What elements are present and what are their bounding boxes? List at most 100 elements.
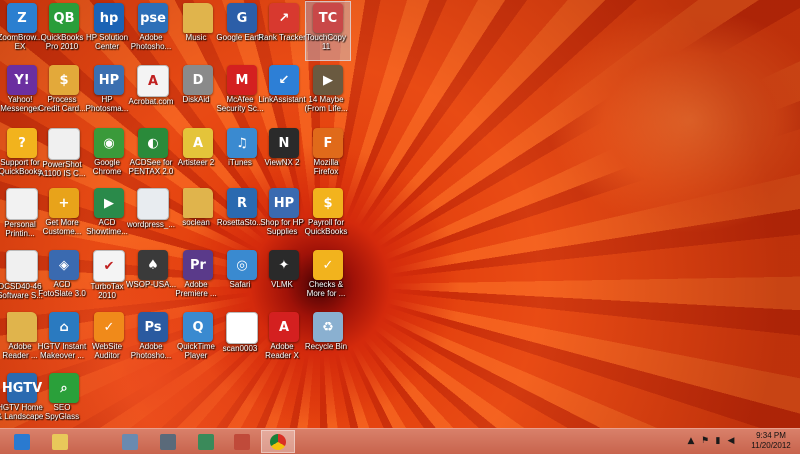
safari-icon: ◎ [227,250,257,280]
desktop-icon[interactable]: ♻ Recycle Bin [305,311,350,369]
payroll-icon: $ [313,188,343,218]
itunes-icon: ♫ [227,128,257,158]
desktop-icon[interactable]: ⌂ HGTV Instant Makeover ... [38,311,86,369]
volume-icon[interactable]: ◀ [726,436,736,446]
credit-card-icon: $ [49,65,79,95]
desktop-icon[interactable]: ◎ Safari [220,249,264,307]
taskbar-button[interactable] [226,431,258,452]
linkassistant-icon: ↙ [269,65,299,95]
desktop-icon[interactable]: pse Adobe Photosho... [131,2,175,60]
touchcopy-icon: TC [313,3,343,33]
desktop-icon[interactable]: Q QuickTime Player [176,311,220,369]
mcafee-icon: M [227,65,257,95]
desktop-icon-label: SEO SpyGlass [44,403,80,421]
rank-tracker-icon: ↗ [269,3,299,33]
desktop-icon[interactable]: ◈ ACD FotoSlate 3.0 [38,249,86,307]
desktop-icon[interactable]: Music [176,2,220,60]
desktop-icon[interactable]: A Artisteer 2 [176,127,220,185]
taskbar-button[interactable] [152,431,184,452]
desktop-icon[interactable]: QB QuickBooks Pro 2010 [41,2,86,60]
desktop-icon[interactable]: $ Payroll for QuickBooks [305,187,350,245]
desktop-icon[interactable]: ✔ TurboTax 2010 [87,249,131,307]
desktop-icon[interactable]: ▶ ACD Showtime... [86,187,131,245]
viewnx-icon: N [269,128,299,158]
desktop-icon[interactable]: scan0003 [220,311,264,369]
desktop-icon[interactable]: ♠ WSOP-USA... [126,249,176,307]
yahoo-icon: Y! [7,65,37,95]
rosetta-stone-icon: R [227,188,257,218]
clock-time: 9:34 PM [756,431,786,440]
taskbar-button[interactable] [190,431,222,452]
desktop-icon-label: Recycle Bin [304,342,348,351]
desktop-icon-label: TouchCopy 11 [305,33,347,51]
desktop-icon[interactable]: R RosettaSto... [217,187,264,245]
desktop-icon[interactable]: + Get More Custome... [42,187,86,245]
adobe-reader-icon: A [269,312,299,342]
file-history-icon [160,433,176,450]
desktop-icon[interactable]: TC TouchCopy 11 [305,1,351,61]
checks-icon: ✓ [313,250,343,280]
desktop-icon[interactable]: F Mozilla Firefox [306,127,350,185]
google-earth-icon: G [227,3,257,33]
desktop-icon[interactable]: Ps Adobe Photosho... [131,311,175,369]
hp-photosmart-icon: HP [94,65,124,95]
system-tray: ▲ ⚑ ▮ ◀ 9:34 PM 11/20/2012 [680,429,800,454]
desktop-icon[interactable]: Y! Yahoo! Messenger [0,64,44,122]
document-icon [6,188,38,220]
acrobat-icon: A [137,65,169,97]
desktop-icon[interactable]: N ViewNX 2 [262,127,306,185]
taskbar-button[interactable] [44,431,76,452]
show-hidden-icons-icon[interactable]: ▲ [686,436,696,446]
vlmk-icon: ✦ [269,250,299,280]
desktop-icon[interactable]: HP HP Photosma... [86,64,131,122]
photoshop-icon: Ps [138,312,168,342]
desktop-icon[interactable]: A Adobe Reader X [262,311,306,369]
desktop-icon[interactable]: HP Shop for HP Supplies [260,187,306,245]
desktop-icon[interactable]: ⌕ SEO SpyGlass [42,372,86,428]
desktop-icon[interactable]: $ Process Credit Card... [38,64,86,122]
desktop-icon[interactable]: Z ZoomBrow... EX [0,2,44,60]
browser-icon: Z [7,3,37,33]
desktop-icon[interactable]: ✓ WebSite Auditor [87,311,131,369]
desktop-icon[interactable]: Adobe Reader ... [0,311,44,369]
desktop-icon-label: Payroll for QuickBooks [304,218,348,236]
desktop-icon[interactable]: ◐ ACDSee for PENTAX 2.0 [129,127,175,185]
desktop-icon[interactable]: PowerShot A1100 IS C... [39,127,86,185]
desktop-icon[interactable]: G Google Earth [216,2,264,60]
acdsee-icon: ◐ [138,128,168,158]
clock-date: 11/20/2012 [751,441,791,450]
desktop-icon[interactable]: hp HP Solution Center [86,2,131,60]
desktop-icon[interactable]: Pr Adobe Premiere ... [175,249,220,307]
desktop-icon[interactable]: wordpress_... [127,187,175,245]
desktop-icon[interactable]: Personal Printin... [0,187,44,245]
desktop-icon[interactable]: D DiskAid [176,64,220,122]
desktop-icon[interactable]: soclean [176,187,220,245]
desktop-icon[interactable]: ✦ VLMK [262,249,306,307]
desktop-icon[interactable]: ♫ iTunes [220,127,264,185]
desktop-icon[interactable]: ◉ Google Chrome [87,127,131,185]
taskbar-clock[interactable]: 9:34 PM 11/20/2012 [748,431,794,451]
chrome-icon: ◉ [94,128,124,158]
desktop-icon[interactable]: ↗ Rank Tracker [258,2,306,60]
taskbar-button[interactable] [114,431,146,452]
desktop-icon[interactable]: ▶ 14 Maybe (From Life... [304,64,350,122]
taskbar: ▲ ⚑ ▮ ◀ 9:34 PM 11/20/2012 [0,428,800,454]
get-more-icon: + [49,188,79,218]
document-icon [6,250,38,282]
action-center-flag-icon[interactable]: ⚑ [700,436,710,446]
recycle-bin-icon: ♻ [313,312,343,342]
desktop-icon[interactable]: ↙ LinkAssistant [258,64,306,122]
taskbar-button[interactable] [6,431,38,452]
network-icon[interactable]: ▮ [713,436,723,446]
desktop-wallpaper[interactable]: Z ZoomBrow... EX QB QuickBooks Pro 2010 hp HP… [0,0,800,428]
desktop-icon[interactable]: M McAfee Security Sc... [216,64,264,122]
taskbar-app-icon [198,433,214,450]
acd-showtime-icon: ▶ [94,188,124,218]
desktop-icon[interactable]: ✓ Checks & More for ... [306,249,350,307]
wsop-icon: ♠ [138,250,168,280]
desktop-icon[interactable]: DCSD40-46 Software S... [0,249,44,307]
desktop-icon[interactable]: A Acrobat.com [129,64,175,122]
taskbar-button[interactable] [261,430,295,453]
quicktime-icon: Q [183,312,213,342]
internet-explorer-icon [14,433,30,450]
